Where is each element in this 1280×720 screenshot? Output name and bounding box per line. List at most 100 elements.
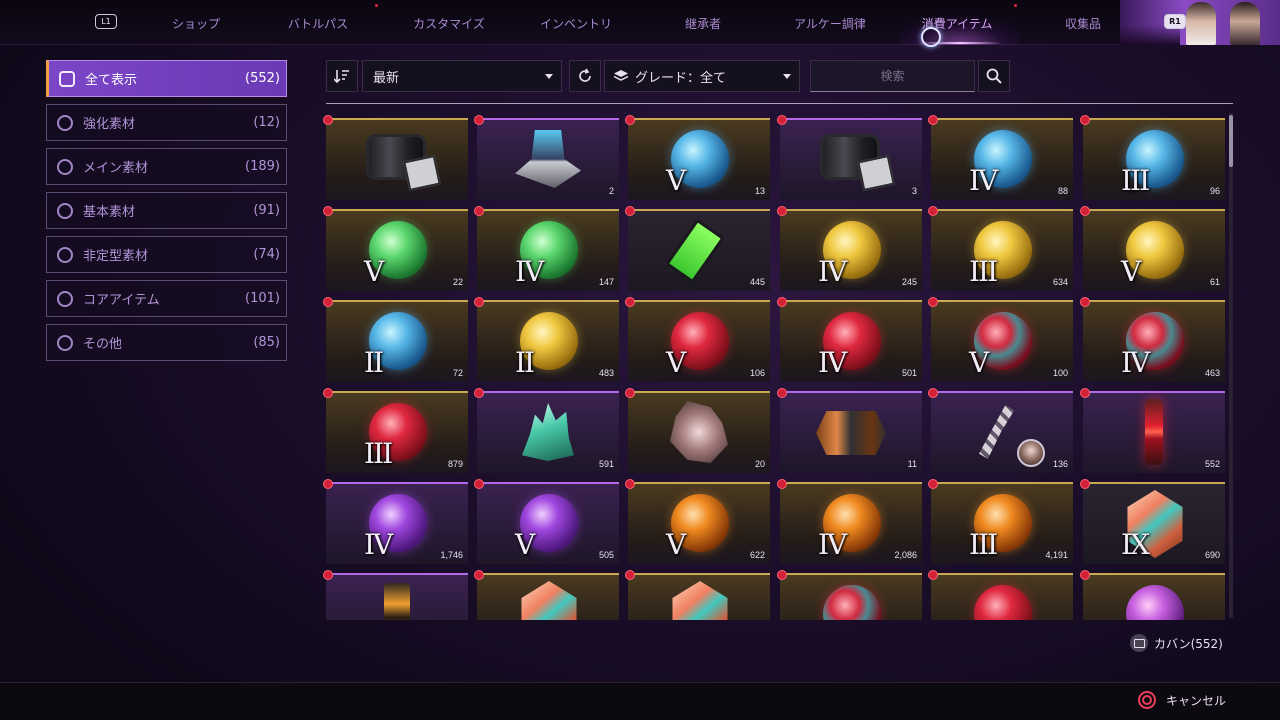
sidebar-item-label: 基本素材 xyxy=(83,205,136,220)
new-badge-icon xyxy=(625,115,635,125)
sidebar-item-3[interactable]: 基本素材 (91) xyxy=(46,192,287,229)
inventory-item[interactable]: 11 xyxy=(777,388,922,473)
inventory-item[interactable]: 591 xyxy=(474,388,619,473)
inventory-item[interactable]: IV 88 xyxy=(928,115,1073,200)
enhance-icon xyxy=(57,114,73,131)
inventory-item[interactable]: V 22 xyxy=(323,206,468,291)
inventory-item[interactable]: V 100 xyxy=(928,297,1073,382)
tab-0[interactable]: ショップ xyxy=(172,15,220,32)
chevron-down-icon xyxy=(545,74,553,79)
new-badge-icon xyxy=(625,570,635,580)
tab-5[interactable]: アルケー調律 xyxy=(794,15,866,32)
inventory-item[interactable]: V 106 xyxy=(625,297,770,382)
inventory-item[interactable] xyxy=(777,570,922,620)
inventory-item[interactable]: III 879 xyxy=(323,388,468,473)
cancel-button[interactable]: キャンセル xyxy=(1138,691,1226,709)
inventory-item[interactable] xyxy=(323,115,468,200)
sidebar-item-4[interactable]: 非定型素材 (74) xyxy=(46,236,287,273)
sidebar-item-2[interactable]: メイン素材 (189) xyxy=(46,148,287,185)
vial-icon xyxy=(1145,399,1163,465)
event-banner[interactable]: R1 xyxy=(1120,0,1280,45)
inventory-item[interactable]: V 505 xyxy=(474,479,619,564)
item-quantity: 483 xyxy=(598,368,614,378)
sort-dropdown[interactable]: 最新 xyxy=(362,60,562,92)
inventory-item[interactable]: 136 xyxy=(928,388,1073,473)
r1-button-icon[interactable]: R1 xyxy=(1164,14,1186,29)
item-quantity: 591 xyxy=(598,459,614,469)
inventory-item[interactable]: V 622 xyxy=(625,479,770,564)
scrollbar-track[interactable] xyxy=(1229,113,1233,618)
item-grade: V xyxy=(666,346,686,379)
inventory-item[interactable] xyxy=(928,570,1073,620)
sidebar-item-label: メイン素材 xyxy=(83,161,149,176)
notification-dot xyxy=(1014,4,1017,7)
item-quantity: 1,746 xyxy=(440,550,463,560)
new-badge-icon xyxy=(625,388,635,398)
item-grade: V xyxy=(364,255,384,288)
inventory-item[interactable]: II 72 xyxy=(323,297,468,382)
inventory-item[interactable]: V 61 xyxy=(1080,206,1225,291)
inventory-item[interactable]: 445 xyxy=(625,206,770,291)
sidebar-item-label: 非定型素材 xyxy=(83,249,149,264)
tab-4[interactable]: 継承者 xyxy=(685,15,721,32)
new-badge-icon xyxy=(474,206,484,216)
reset-button[interactable] xyxy=(569,60,601,92)
inventory-item[interactable]: IV 1,746 xyxy=(323,479,468,564)
l1-button-icon[interactable]: L1 xyxy=(95,14,117,29)
hexes-icon xyxy=(816,411,886,455)
tab-3[interactable]: インベントリ xyxy=(540,15,612,32)
inventory-item[interactable] xyxy=(625,570,770,620)
item-quantity: 3 xyxy=(911,186,917,196)
sidebar-item-1[interactable]: 強化素材 (12) xyxy=(46,104,287,141)
new-badge-icon xyxy=(928,206,938,216)
inventory-item[interactable]: III 96 xyxy=(1080,115,1225,200)
inventory-item[interactable]: IV 501 xyxy=(777,297,922,382)
item-grade: II xyxy=(515,346,535,379)
inventory-item[interactable]: IV 147 xyxy=(474,206,619,291)
canister-icon xyxy=(820,134,880,180)
refresh-icon xyxy=(579,68,591,82)
tab-1[interactable]: バトルパス xyxy=(288,15,348,32)
inventory-item[interactable]: 552 xyxy=(1080,388,1225,473)
inventory-item[interactable] xyxy=(1080,570,1225,620)
sort-order-button[interactable] xyxy=(326,60,358,92)
inventory-item[interactable]: II 483 xyxy=(474,297,619,382)
new-badge-icon xyxy=(1080,115,1090,125)
inventory-item[interactable]: V 13 xyxy=(625,115,770,200)
inventory-item[interactable]: IV 245 xyxy=(777,206,922,291)
inventory-item[interactable]: IX 690 xyxy=(1080,479,1225,564)
sidebar-item-label: 全て表示 xyxy=(85,73,138,88)
scrollbar-thumb[interactable] xyxy=(1229,115,1233,167)
sidebar-item-6[interactable]: その他 (85) xyxy=(46,324,287,361)
grade-dropdown[interactable]: グレード：全て xyxy=(604,60,800,92)
item-grade: II xyxy=(364,346,384,379)
cluster-icon xyxy=(670,401,728,463)
sidebar-item-0[interactable]: 全て表示 (552) xyxy=(46,60,287,97)
inventory-item[interactable]: 20 xyxy=(625,388,770,473)
banner-character-1 xyxy=(1186,2,1216,45)
item-grade: IV xyxy=(969,164,998,197)
item-grade: IV xyxy=(1121,346,1150,379)
search-field[interactable] xyxy=(810,60,975,92)
tab-7[interactable]: 収集品 xyxy=(1065,15,1101,32)
phone-icon xyxy=(665,218,725,284)
new-badge-icon xyxy=(323,388,333,398)
inventory-item[interactable]: 3 xyxy=(777,115,922,200)
item-quantity: 2,086 xyxy=(894,550,917,560)
sidebar-item-label: その他 xyxy=(83,337,123,352)
item-quantity: 61 xyxy=(1209,277,1220,287)
new-badge-icon xyxy=(777,479,787,489)
inventory-item[interactable] xyxy=(323,570,468,620)
tab-2[interactable]: カスタマイズ xyxy=(413,15,485,32)
inventory-item[interactable]: III 4,191 xyxy=(928,479,1073,564)
inventory-item[interactable] xyxy=(474,570,619,620)
sidebar-item-5[interactable]: コアアイテム (101) xyxy=(46,280,287,317)
new-badge-icon xyxy=(777,297,787,307)
inventory-item[interactable]: III 634 xyxy=(928,206,1073,291)
inventory-item[interactable]: 2 xyxy=(474,115,619,200)
search-input[interactable] xyxy=(811,61,974,91)
star-badge-icon xyxy=(57,158,73,175)
inventory-item[interactable]: IV 2,086 xyxy=(777,479,922,564)
inventory-item[interactable]: IV 463 xyxy=(1080,297,1225,382)
search-button[interactable] xyxy=(978,60,1010,92)
